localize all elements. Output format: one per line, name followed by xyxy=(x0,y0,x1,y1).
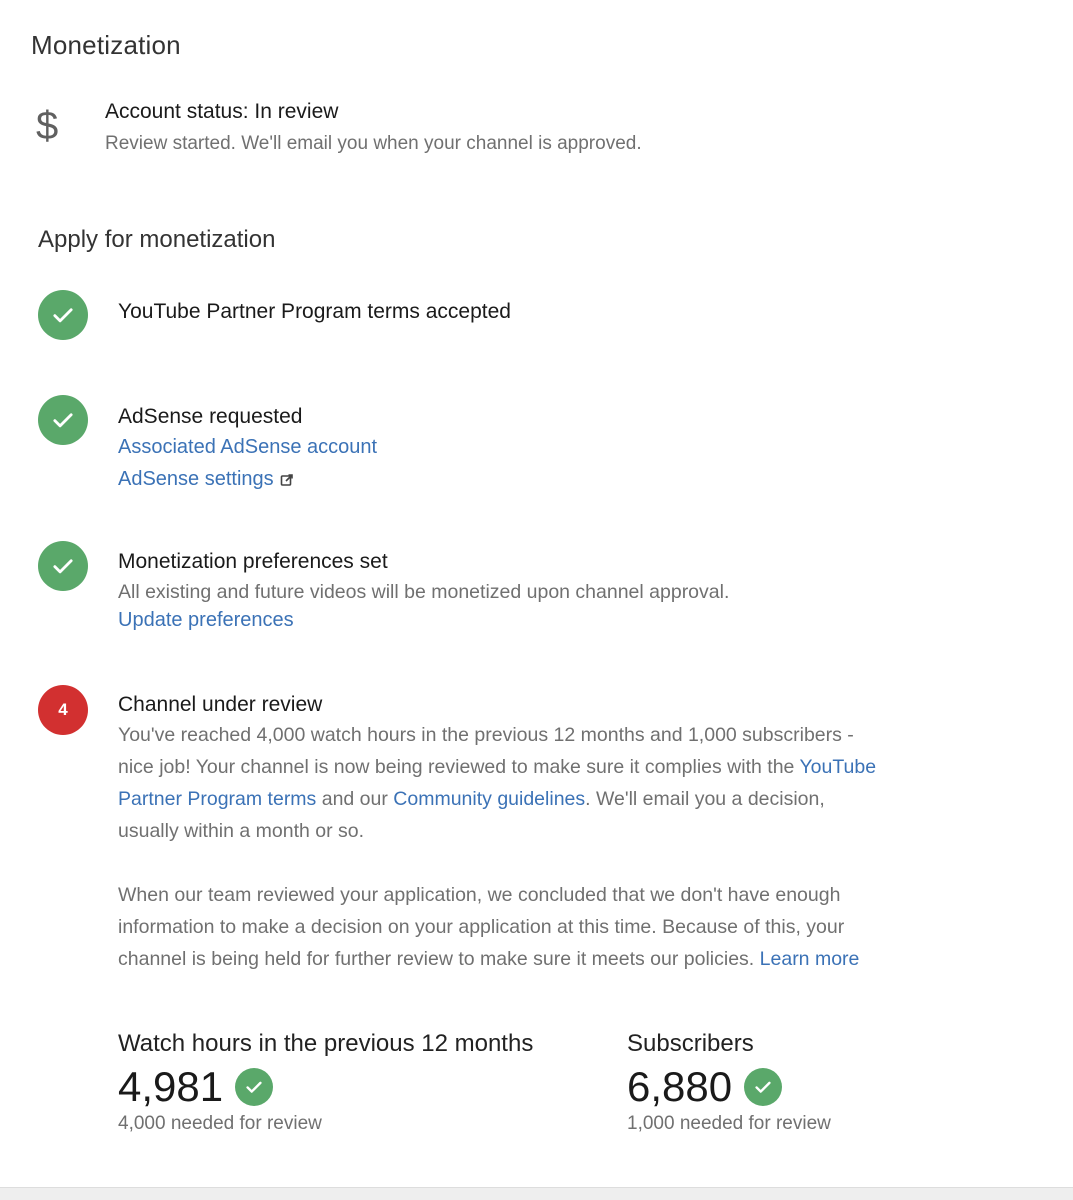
subscribers-label: Subscribers xyxy=(627,1030,754,1057)
check-circle-icon xyxy=(744,1068,783,1106)
associated-adsense-account-link[interactable]: Associated AdSense account xyxy=(118,431,898,463)
check-circle-icon xyxy=(235,1068,274,1106)
check-circle-icon xyxy=(38,290,88,340)
subscribers-value: 6,880 xyxy=(627,1063,733,1110)
watch-hours-label: Watch hours in the previous 12 months xyxy=(118,1030,534,1057)
dollar-icon: $ xyxy=(36,104,59,148)
step-description: You've reached 4,000 watch hours in the … xyxy=(118,719,878,847)
review-text-part: and our xyxy=(316,788,394,810)
update-preferences-link[interactable]: Update preferences xyxy=(118,604,898,636)
watch-hours-stat: Watch hours in the previous 12 months 4,… xyxy=(118,1028,533,1136)
learn-more-link[interactable]: Learn more xyxy=(760,948,860,970)
review-text-part: You've reached 4,000 watch hours in the … xyxy=(118,724,854,778)
check-circle-icon xyxy=(38,541,88,591)
account-status-subtitle: Review started. We'll email you when you… xyxy=(105,133,642,154)
adsense-settings-label: AdSense settings xyxy=(118,468,274,490)
check-circle-icon xyxy=(38,395,88,445)
subscribers-needed: 1,000 needed for review xyxy=(627,1113,831,1134)
step-title: YouTube Partner Program terms accepted xyxy=(118,300,511,323)
watch-hours-needed: 4,000 needed for review xyxy=(118,1113,322,1134)
bottom-divider xyxy=(0,1187,1073,1200)
step-title: Monetization preferences set xyxy=(118,550,388,573)
subscribers-stat: Subscribers 6,880 1,000 needed for revie… xyxy=(627,1028,831,1136)
review-held-text: When our team reviewed your application,… xyxy=(118,884,845,970)
eligibility-stats: Watch hours in the previous 12 months 4,… xyxy=(118,1028,1018,1148)
account-status-title: Account status: In review xyxy=(105,100,339,123)
community-guidelines-link[interactable]: Community guidelines xyxy=(393,788,585,810)
step-title: AdSense requested xyxy=(118,405,303,428)
external-link-icon xyxy=(280,473,293,486)
step-title: Channel under review xyxy=(118,693,323,716)
page-title: Monetization xyxy=(31,30,181,60)
apply-section-title: Apply for monetization xyxy=(38,226,276,253)
watch-hours-value: 4,981 xyxy=(118,1063,224,1110)
step-number-badge: 4 xyxy=(38,685,88,735)
monetization-page: Monetization $ Account status: In review… xyxy=(0,0,1073,1200)
adsense-settings-link[interactable]: AdSense settings xyxy=(118,463,898,495)
review-held-description: When our team reviewed your application,… xyxy=(118,879,878,975)
account-status: $ Account status: In review Review start… xyxy=(36,98,1036,168)
